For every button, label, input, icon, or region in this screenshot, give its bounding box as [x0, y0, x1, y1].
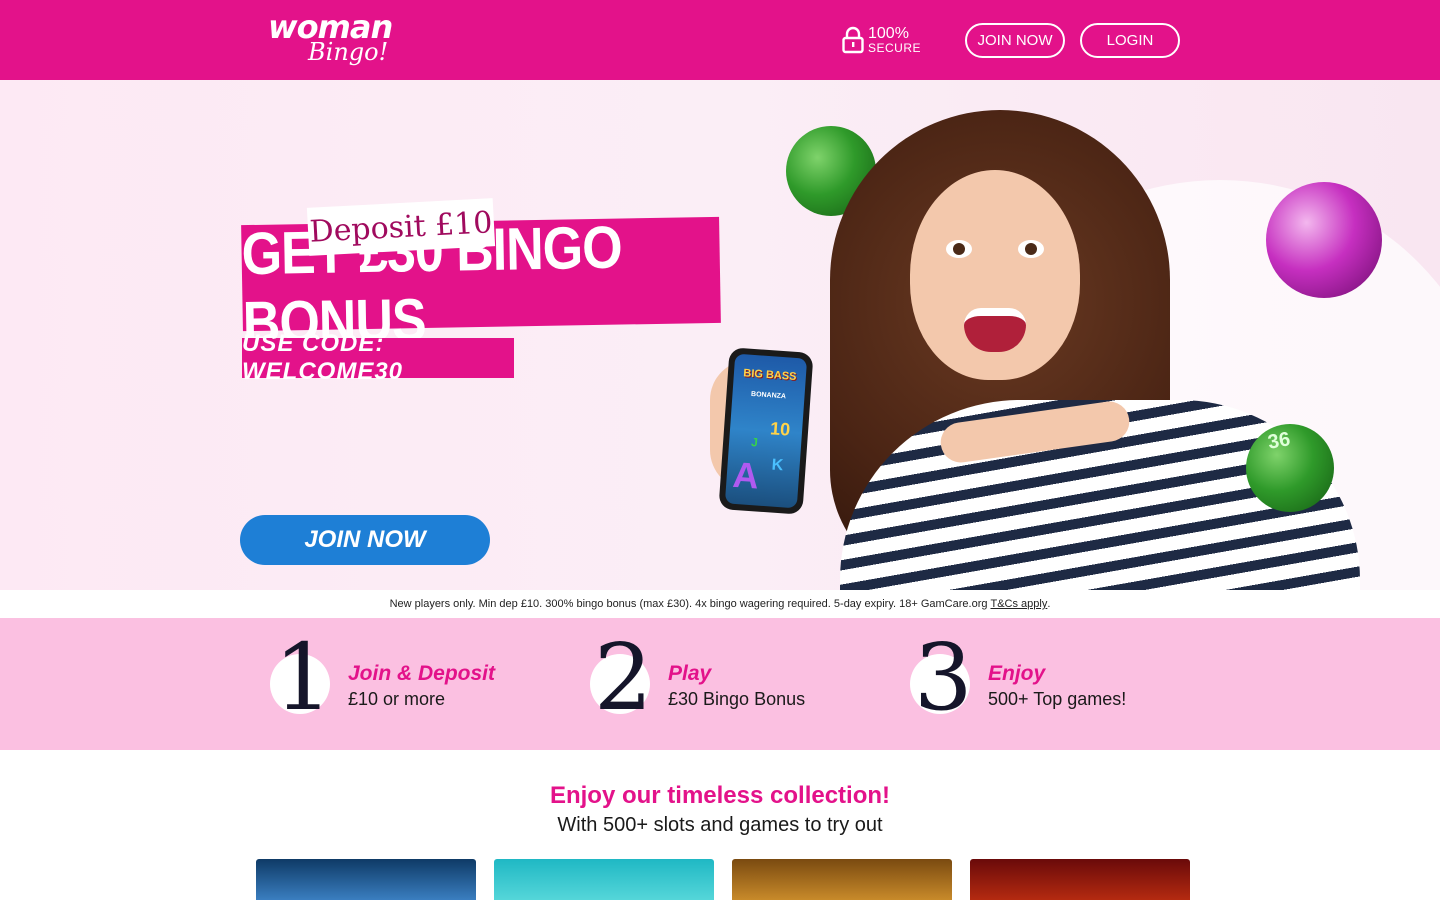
secure-label: SECURE	[868, 41, 922, 55]
disclaimer-end: .	[1047, 598, 1051, 610]
phone-symbol-a: A	[731, 453, 761, 497]
lock-icon	[842, 26, 864, 54]
terms-link[interactable]: T&Cs apply	[990, 598, 1047, 610]
face	[910, 170, 1080, 380]
phone-game-subtitle: BONANZA	[750, 390, 787, 401]
woman-bingo-logo[interactable]: woman Bingo!	[268, 8, 428, 72]
step-number: 1	[274, 624, 333, 731]
phone-symbol-ten: 10	[769, 418, 791, 440]
step-title: Play	[668, 662, 712, 685]
step-play: 2 Play £30 Bingo Bonus	[590, 618, 890, 750]
step-description: £30 Bingo Bonus	[668, 689, 806, 709]
collection-subtitle: With 500+ slots and games to try out	[557, 814, 883, 836]
collection-title: Enjoy our timeless collection!	[549, 782, 891, 809]
promo-code-banner: USE CODE: WELCOME30	[242, 330, 514, 385]
step-enjoy: 3 Enjoy 500+ Top games!	[910, 618, 1210, 750]
game-tile[interactable]	[256, 859, 476, 900]
secure-badge: 100% SECURE	[842, 24, 921, 56]
game-tile[interactable]	[732, 859, 952, 900]
site-header: woman Bingo! 100% SECURE JOIN NOW LOGIN	[0, 0, 1440, 80]
phone-symbol-k: K	[771, 456, 784, 475]
step-join-deposit: 1 Join & Deposit £10 or more	[270, 618, 570, 750]
hero-woman-illustration: BIG BASS BONANZA 10 J A K	[700, 100, 1360, 590]
ball-number: 36	[1266, 428, 1292, 454]
step-description: £10 or more	[348, 689, 446, 709]
game-tile[interactable]	[494, 859, 714, 900]
hero-join-now-button[interactable]: JOIN NOW	[240, 515, 490, 565]
disclaimer-text: New players only. Min dep £10. 300% bing…	[389, 598, 988, 610]
hero-banner: BIG BASS BONANZA 10 J A K 36 GET £30 BIN…	[0, 80, 1440, 590]
phone-symbol-j: J	[750, 435, 759, 450]
login-button[interactable]: LOGIN	[1080, 23, 1180, 58]
secure-percent: 100%	[868, 25, 909, 42]
left-eye	[946, 240, 972, 258]
terms-disclaimer: New players only. Min dep £10. 300% bing…	[0, 590, 1440, 618]
step-title: Enjoy	[988, 662, 1046, 685]
step-number: 3	[914, 624, 973, 731]
green-bingo-ball-36: 36	[1246, 424, 1334, 512]
right-eye	[1018, 240, 1044, 258]
header-join-now-button[interactable]: JOIN NOW	[965, 23, 1065, 58]
step-number: 2	[594, 624, 653, 731]
mouth	[964, 308, 1026, 352]
phone-mockup: BIG BASS BONANZA 10 J A K	[718, 347, 814, 515]
logo-script: Bingo!	[308, 38, 389, 66]
step-description: 500+ Top games!	[988, 689, 1127, 709]
game-tile[interactable]	[970, 859, 1190, 900]
phone-game-title: BIG BASS	[742, 367, 797, 383]
phone-screen: BIG BASS BONANZA 10 J A K	[724, 353, 808, 509]
promo-code-text: USE CODE: WELCOME30	[242, 330, 404, 385]
how-it-works-steps: 1 Join & Deposit £10 or more 2 Play £30 …	[0, 618, 1440, 750]
step-title: Join & Deposit	[348, 662, 496, 685]
deposit-tag: Deposit £10	[306, 198, 496, 256]
